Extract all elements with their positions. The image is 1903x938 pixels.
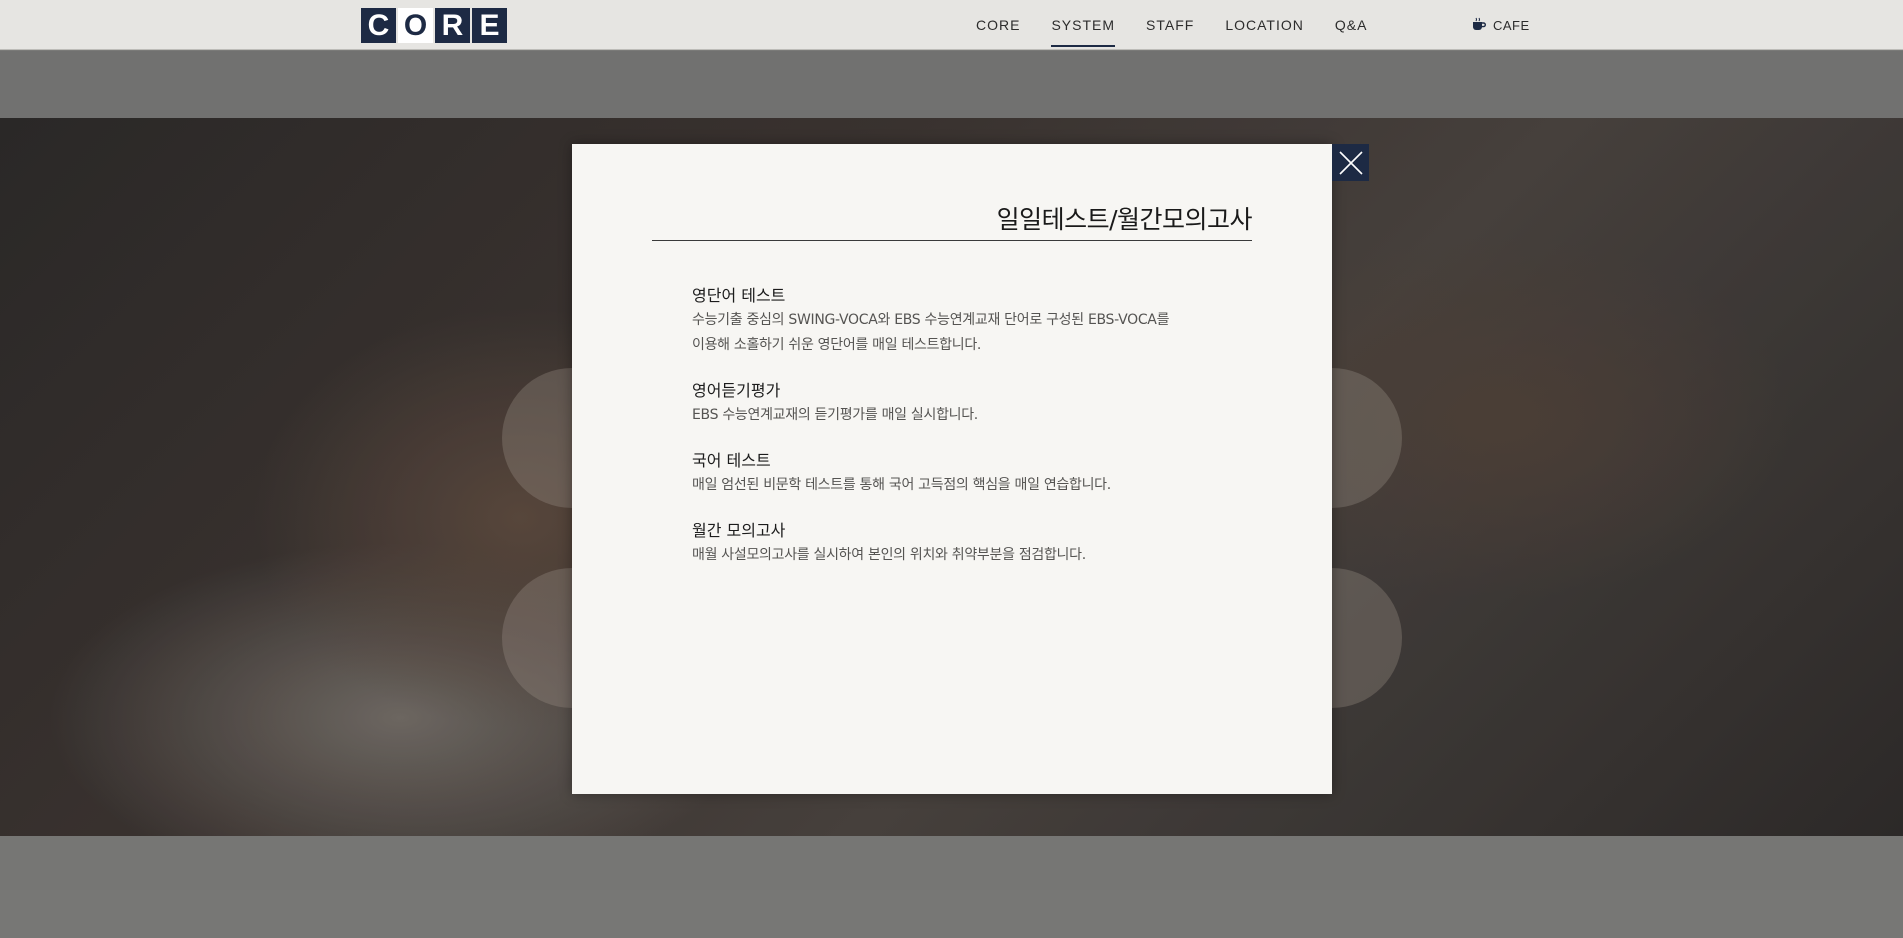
- section-vocab-test: 영단어 테스트 수능기출 중심의 SWING-VOCA와 EBS 수능연계교재 …: [692, 284, 1212, 358]
- main-nav: CORE SYSTEM STAFF LOCATION Q&A: [976, 0, 1398, 50]
- modal-dialog: 일일테스트/월간모의고사 영단어 테스트 수능기출 중심의 SWING-VOCA…: [572, 144, 1332, 794]
- modal-close-button[interactable]: [1332, 144, 1369, 181]
- logo-letter: O: [398, 8, 433, 43]
- logo-letter: C: [361, 8, 396, 43]
- title-divider: [652, 240, 1252, 241]
- logo-letter: E: [472, 8, 507, 43]
- section-korean-test: 국어 테스트 매일 엄선된 비문학 테스트를 통해 국어 고득점의 핵심을 매일…: [692, 449, 1212, 498]
- section-text: EBS 수능연계교재의 듣기평가를 매일 실시합니다.: [692, 407, 978, 423]
- section-text: 이용해 소홀하기 쉬운 영단어를 매일 테스트합니다.: [692, 337, 982, 353]
- core-logo[interactable]: C O R E: [361, 8, 507, 43]
- nav-item-qa[interactable]: Q&A: [1335, 0, 1368, 50]
- nav-item-location[interactable]: LOCATION: [1225, 0, 1304, 50]
- section-text: 수능기출 중심의 SWING-VOCA와 EBS 수능연계교재 단어로 구성된 …: [692, 312, 1170, 328]
- nav-item-core[interactable]: CORE: [976, 0, 1020, 50]
- modal-content: 영단어 테스트 수능기출 중심의 SWING-VOCA와 EBS 수능연계교재 …: [692, 284, 1212, 589]
- section-text: 매월 사설모의고사를 실시하여 본인의 위치와 취약부분을 점검합니다.: [692, 547, 1086, 563]
- logo-letter: R: [435, 8, 470, 43]
- section-listening-test: 영어듣기평가 EBS 수능연계교재의 듣기평가를 매일 실시합니다.: [692, 379, 1212, 428]
- cafe-link[interactable]: CAFE: [1471, 0, 1530, 50]
- section-title: 영단어 테스트: [692, 286, 786, 305]
- section-title: 월간 모의고사: [692, 521, 786, 540]
- modal-title: 일일테스트/월간모의고사: [996, 205, 1253, 234]
- section-text: 매일 엄선된 비문학 테스트를 통해 국어 고득점의 핵심을 매일 연습합니다.: [692, 477, 1111, 493]
- cafe-label: CAFE: [1493, 17, 1530, 33]
- nav-item-staff[interactable]: STAFF: [1146, 0, 1194, 50]
- nav-item-system[interactable]: SYSTEM: [1051, 0, 1115, 50]
- coffee-cup-icon: [1473, 17, 1486, 30]
- section-title: 국어 테스트: [692, 451, 771, 470]
- section-monthly-mock-exam: 월간 모의고사 매월 사설모의고사를 실시하여 본인의 위치와 취약부분을 점검…: [692, 519, 1212, 568]
- section-title: 영어듣기평가: [692, 381, 781, 400]
- close-icon: [1338, 150, 1363, 175]
- site-header: C O R E CORE SYSTEM STAFF LOCATION Q&A C…: [0, 0, 1903, 50]
